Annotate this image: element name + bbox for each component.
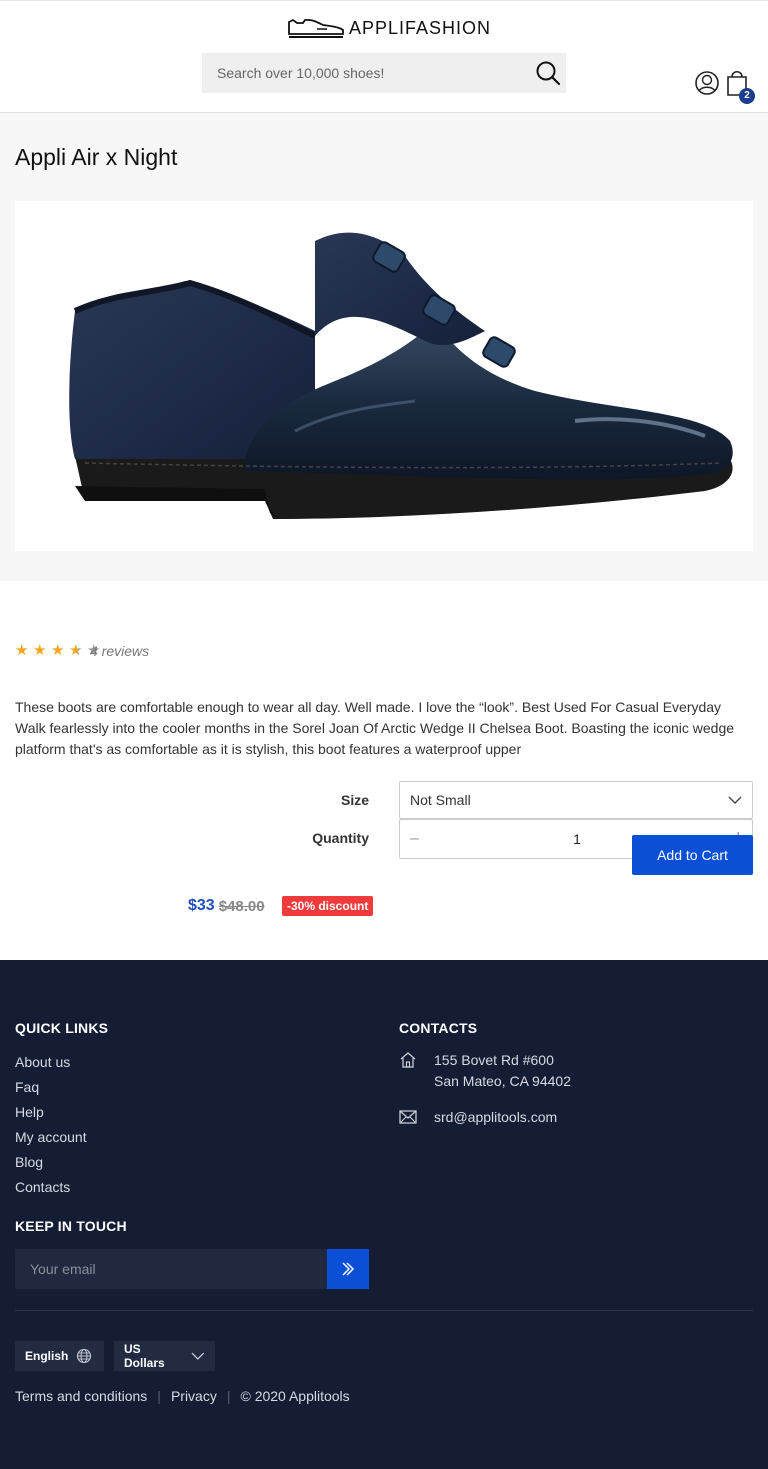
newsletter-submit-button[interactable]: [327, 1249, 369, 1289]
quantity-value[interactable]: 1: [560, 831, 594, 847]
search-input[interactable]: [202, 53, 522, 93]
product-description: These boots are comfortable enough to we…: [15, 699, 735, 757]
footer-link-account[interactable]: My account: [15, 1125, 87, 1150]
legal-links: Terms and conditions | Privacy | © 2020 …: [15, 1388, 350, 1404]
mail-icon: [399, 1110, 417, 1124]
user-icon: [695, 71, 719, 95]
address-line-1: 155 Bovet Rd #600: [434, 1052, 554, 1068]
chevron-down-icon: [191, 1352, 205, 1360]
current-price: $33: [188, 897, 215, 914]
site-footer: QUICK LINKS About us Faq Help My account…: [0, 960, 768, 1469]
original-price: $48.00: [218, 897, 265, 915]
copyright-text: © 2020 Applitools: [240, 1388, 350, 1404]
footer-link-faq[interactable]: Faq: [15, 1075, 87, 1100]
search-bar: [202, 53, 566, 93]
site-header: APPLIFASHION 2: [0, 0, 768, 113]
star-icon: ★: [33, 642, 47, 659]
footer-link-blog[interactable]: Blog: [15, 1150, 87, 1175]
cart-count-badge: 2: [739, 88, 755, 104]
shoe-image: [69, 232, 733, 519]
reviews-count[interactable]: 4 reviews: [90, 642, 149, 660]
product-image: [15, 201, 753, 551]
language-select[interactable]: English: [15, 1341, 104, 1371]
size-label: Size: [340, 792, 369, 808]
size-select[interactable]: Not Small: [399, 781, 753, 819]
star-icon: ★: [51, 642, 65, 659]
product-title: Appli Air x Night: [15, 144, 178, 170]
discount-badge: -30% discount: [282, 896, 374, 916]
newsletter-email-input[interactable]: [15, 1249, 327, 1289]
currency-value: US Dollars: [124, 1342, 165, 1370]
account-button[interactable]: [694, 69, 724, 102]
footer-link-contacts[interactable]: Contacts: [15, 1175, 87, 1200]
quantity-label: Quantity: [312, 830, 369, 846]
currency-select[interactable]: US Dollars: [114, 1341, 215, 1371]
brand-logo[interactable]: APPLIFASHION: [287, 16, 491, 40]
product-rating: ★ ★ ★ ★ ★ 4 reviews: [15, 642, 149, 660]
globe-icon: [77, 1348, 92, 1364]
price-row: $33 $48.00: [188, 896, 265, 916]
shoe-logo-icon: [288, 18, 344, 38]
quick-links-list: About us Faq Help My account Blog Contac…: [15, 1050, 87, 1200]
keep-in-touch-heading: KEEP IN TOUCH: [15, 1218, 127, 1234]
size-selected-value: Not Small: [410, 792, 471, 808]
double-chevron-right-icon: [342, 1262, 355, 1276]
footer-link-about[interactable]: About us: [15, 1050, 87, 1075]
footer-divider: [15, 1310, 753, 1311]
footer-link-help[interactable]: Help: [15, 1100, 87, 1125]
star-icon: ★: [15, 642, 29, 659]
quantity-decrease-button[interactable]: –: [410, 830, 419, 848]
contact-email[interactable]: srd@applitools.com: [434, 1107, 557, 1128]
brand-name: APPLIFASHION: [349, 17, 492, 38]
chevron-down-icon: [728, 796, 742, 804]
search-icon: [536, 61, 561, 86]
privacy-link[interactable]: Privacy: [171, 1388, 217, 1404]
add-to-cart-button[interactable]: Add to Cart: [632, 835, 753, 875]
star-icon: ★: [69, 642, 87, 660]
contacts-heading: CONTACTS: [399, 1020, 478, 1036]
header-actions: 2: [694, 67, 758, 104]
terms-link[interactable]: Terms and conditions: [15, 1388, 147, 1404]
link-separator: |: [226, 1388, 231, 1404]
home-icon: [400, 1052, 416, 1068]
link-separator: |: [157, 1388, 161, 1404]
search-button[interactable]: [534, 59, 564, 87]
quick-links-heading: QUICK LINKS: [15, 1020, 109, 1036]
address-line-2: San Mateo, CA 94402: [434, 1073, 571, 1089]
language-value: English: [25, 1349, 69, 1363]
